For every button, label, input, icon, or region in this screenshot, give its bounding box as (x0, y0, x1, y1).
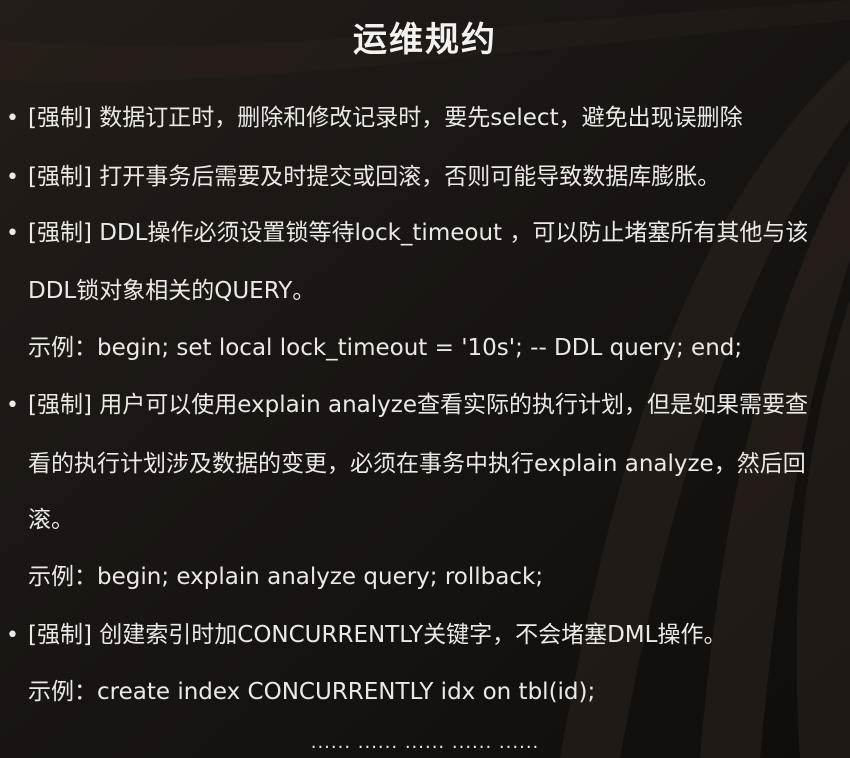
rule-text: [强制] 用户可以使用explain analyze查看实际的执行计划，但是如果… (28, 392, 808, 418)
rule-item-5: • [强制] 创建索引时加CONCURRENTLY关键字，不会堵塞DML操作。 (6, 615, 726, 655)
rule-text: [强制] DDL操作必须设置锁等待lock_timeout ，可以防止堵塞所有其… (28, 220, 809, 246)
bullet-icon: • (6, 393, 19, 418)
example-line: 示例：create index CONCURRENTLY idx on tbl(… (28, 679, 596, 705)
rule-item-2: • [强制] 打开事务后需要及时提交或回滚，否则可能导致数据库膨胀。 (6, 157, 720, 197)
bullet-icon: • (6, 165, 19, 190)
bullet-icon: • (6, 106, 19, 131)
rule-item-3: • [强制] DDL操作必须设置锁等待lock_timeout ，可以防止堵塞所有… (6, 213, 808, 253)
bullet-icon: • (6, 623, 19, 648)
example-line: 示例：begin; explain analyze query; rollbac… (28, 564, 544, 590)
rule-text: [强制] 数据订正时，删除和修改记录时，要先select，避免出现误删除 (28, 105, 743, 131)
rule-continuation: 看的执行计划涉及数据的变更，必须在事务中执行explain analyze，然后… (28, 451, 806, 477)
page-title: 运维规约 (353, 20, 497, 60)
ellipsis-continuation: ...... ...... ...... ...... ...... (310, 732, 540, 753)
rule-item-1: • [强制] 数据订正时，删除和修改记录时，要先select，避免出现误删除 (6, 98, 743, 138)
rule-text: [强制] 创建索引时加CONCURRENTLY关键字，不会堵塞DML操作。 (28, 622, 727, 648)
bullet-icon: • (6, 221, 19, 246)
rule-continuation: 滚。 (28, 507, 74, 533)
rule-text: [强制] 打开事务后需要及时提交或回滚，否则可能导致数据库膨胀。 (28, 164, 721, 190)
rule-continuation: DDL锁对象相关的QUERY。 (28, 278, 316, 304)
example-line: 示例：begin; set local lock_timeout = '10s'… (28, 335, 743, 361)
rule-item-4: • [强制] 用户可以使用explain analyze查看实际的执行计划，但是如… (6, 385, 808, 425)
